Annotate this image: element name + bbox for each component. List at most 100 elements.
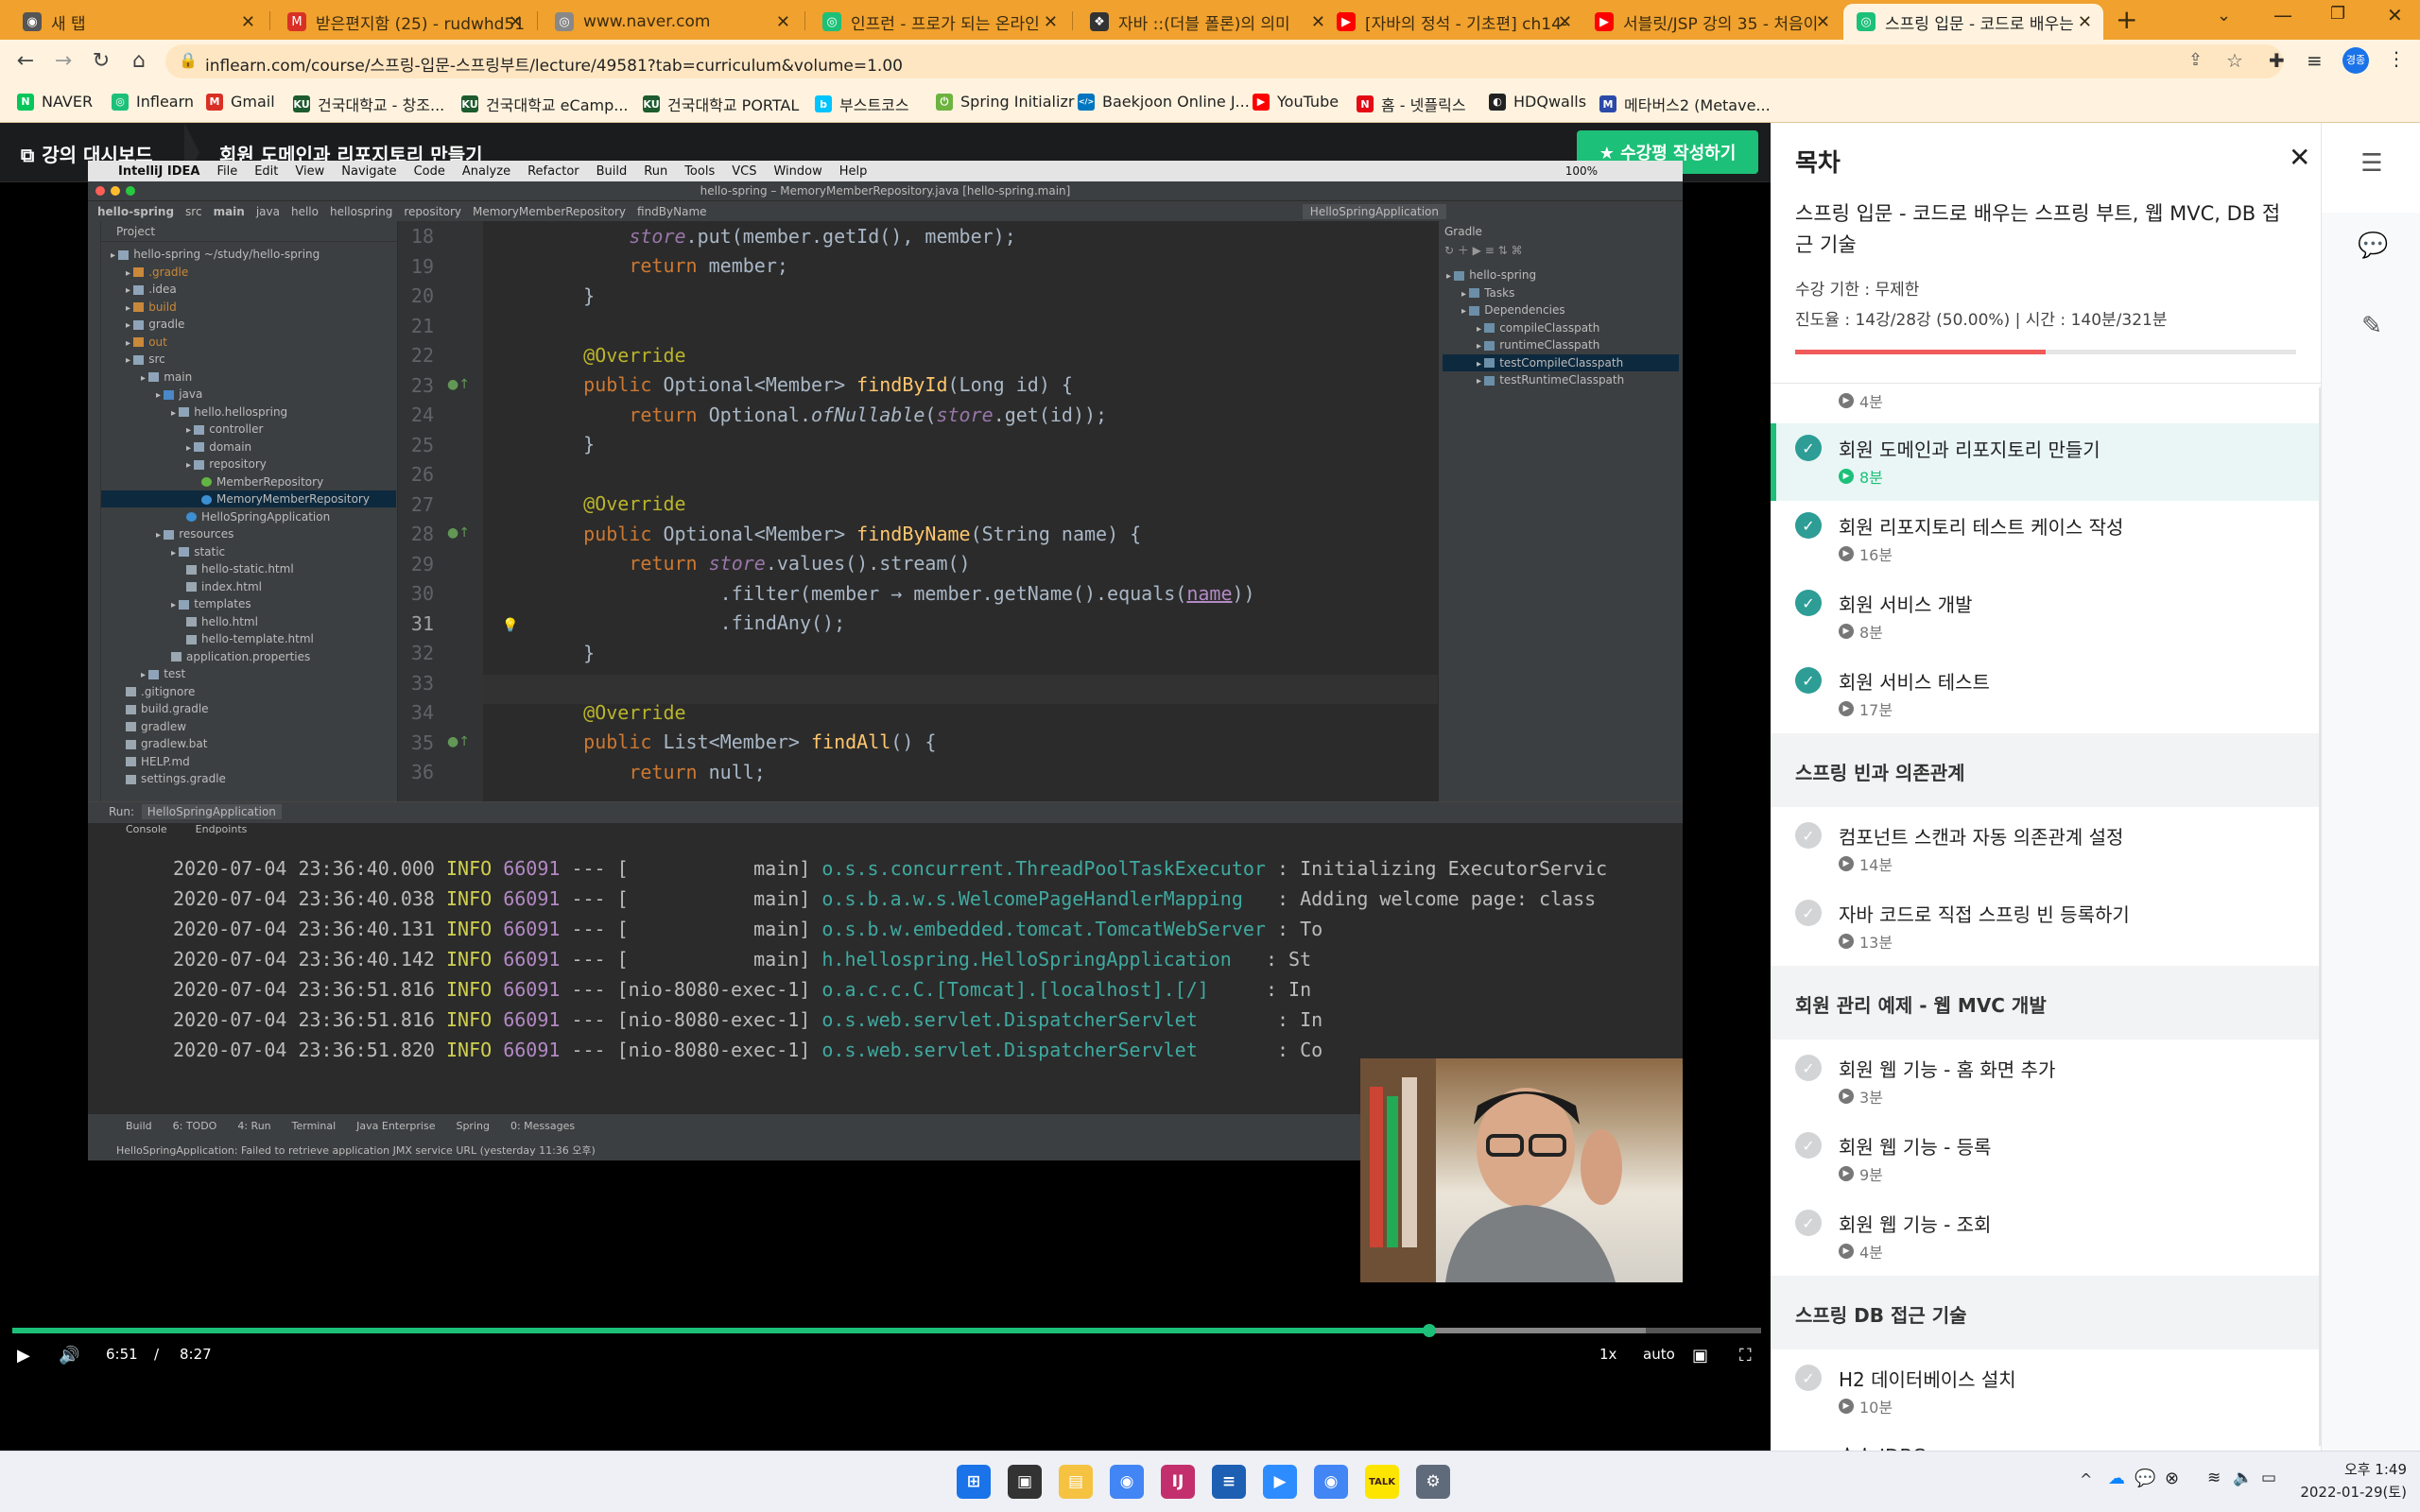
tree-item[interactable]: ▸ src <box>101 351 396 368</box>
browser-tab[interactable]: ❖ 자바 ::(더블 폴론)의 의미 ✕ <box>1077 4 1337 40</box>
tree-item[interactable]: ▸ .idea <box>101 281 396 298</box>
tree-item[interactable]: ▸ repository <box>101 455 396 472</box>
tree-item[interactable]: ▸ hello-spring ~/study/hello-spring <box>101 246 396 263</box>
bottom-tool-tab[interactable]: 4: Run <box>237 1120 270 1132</box>
gradle-tree-item[interactable]: ▸ Dependencies <box>1443 301 1679 318</box>
zoom-icon[interactable]: ▶ <box>1263 1465 1297 1499</box>
close-icon[interactable]: ✕ <box>1558 12 1572 32</box>
tree-item[interactable]: build.gradle <box>101 700 396 717</box>
tree-item[interactable]: index.html <box>101 578 396 595</box>
tree-item[interactable]: ▸ test <box>101 665 396 682</box>
tree-item[interactable]: settings.gradle <box>101 770 396 787</box>
new-tab-button[interactable]: + <box>2116 4 2137 35</box>
tree-item[interactable]: hello.html <box>101 613 396 630</box>
gradle-tree-item[interactable]: ▸ compileClasspath <box>1443 319 1679 336</box>
browser-tab-active[interactable]: ◎ 스프링 입문 - 코드로 배우는 ✕ <box>1843 4 2103 40</box>
close-window-button[interactable]: ✕ <box>2387 4 2403 26</box>
kakaotalk-icon[interactable]: TALK <box>1365 1465 1399 1499</box>
bottom-tool-tab[interactable]: Java Enterprise <box>356 1120 435 1132</box>
curriculum-item[interactable]: ✓ 자바 코드로 직접 스프링 빈 등록하기 ▶ 13분 <box>1771 888 2321 966</box>
tree-item[interactable]: ▸ .gradle <box>101 264 396 281</box>
bookmark-netflix[interactable]: N홈 - 넷플릭스 <box>1357 93 1466 115</box>
tree-item[interactable]: ▸ out <box>101 334 396 351</box>
reload-button[interactable]: ↻ <box>87 47 115 76</box>
tree-item[interactable]: ▸ hello.hellospring <box>101 404 396 421</box>
tree-item[interactable]: hello-static.html <box>101 560 396 577</box>
close-icon[interactable]: ✕ <box>2078 12 2092 32</box>
tree-item[interactable]: application.properties <box>101 648 396 665</box>
curriculum-item[interactable]: ✓ 회원 웹 기능 - 홈 화면 추가 ▶ 3분 <box>1771 1043 2321 1121</box>
note-icon[interactable]: ✎ <box>2358 312 2386 340</box>
tree-item[interactable]: .gitignore <box>101 683 396 700</box>
home-icon[interactable]: ⌂ <box>125 47 153 76</box>
bookmark-metaverse[interactable]: M 메타버스2 (Metave... <box>1599 93 1771 115</box>
quality-button[interactable]: auto <box>1643 1346 1675 1363</box>
bookmark-spring-initializr[interactable]: ⏻ Spring Initializr <box>936 93 1074 111</box>
bottom-tool-tab[interactable]: Terminal <box>292 1120 337 1132</box>
tree-item[interactable]: MemoryMemberRepository <box>101 490 396 507</box>
extensions-icon[interactable]: ✚ <box>2269 49 2285 72</box>
list-icon[interactable]: ☰ <box>2358 149 2386 178</box>
kakaotalk-tray-icon[interactable]: 💬 <box>2135 1469 2155 1488</box>
close-icon[interactable]: ✕ <box>241 12 255 32</box>
tree-item[interactable]: ▸ main <box>101 369 396 386</box>
close-icon[interactable]: ✕ <box>1816 12 1830 32</box>
seek-handle[interactable] <box>1422 1324 1436 1337</box>
bookmark-inflearn[interactable]: ◎ Inflearn <box>112 93 194 111</box>
tab-endpoints[interactable]: Endpoints <box>196 823 248 835</box>
bookmark-ecampus[interactable]: KU 건국대학교 eCamp... <box>461 93 629 115</box>
share-icon[interactable]: ⇪ <box>2188 50 2203 70</box>
tree-item[interactable]: gradlew <box>101 718 396 735</box>
volume-icon[interactable]: 🔊 <box>59 1346 79 1366</box>
notepad-icon[interactable]: ≡ <box>1212 1465 1246 1499</box>
windows-start-icon[interactable]: ⊞ <box>957 1465 991 1499</box>
gradle-tree-item[interactable]: ▸ Tasks <box>1443 284 1679 301</box>
file-explorer-icon[interactable]: ▤ <box>1059 1465 1093 1499</box>
task-view-icon[interactable]: ▣ <box>1008 1465 1042 1499</box>
close-icon[interactable]: ✕ <box>509 12 523 32</box>
close-icon[interactable]: ✕ <box>2289 142 2310 173</box>
bookmark-naver[interactable]: N NAVER <box>17 93 93 111</box>
tree-item[interactable]: ▸ build <box>101 299 396 316</box>
star-icon[interactable]: ☆ <box>2226 49 2243 72</box>
tree-item[interactable]: ▸ java <box>101 386 396 403</box>
tab-console[interactable]: Console <box>126 823 167 835</box>
browser-tab[interactable]: ▶ 서블릿/JSP 강의 35 - 처음이 ✕ <box>1582 4 1841 40</box>
curriculum-item[interactable]: ✓ 컴포넌트 스캔과 자동 의존관계 설정 ▶ 14분 <box>1771 811 2321 888</box>
browser-tab[interactable]: ◎ www.naver.com ✕ <box>542 4 802 40</box>
clock-time[interactable]: 오후 1:49 <box>2303 1459 2407 1479</box>
tree-item[interactable]: HELP.md <box>101 753 396 770</box>
more-menu-icon[interactable]: ⋮ <box>2387 47 2406 70</box>
bottom-tool-tab[interactable]: 0: Messages <box>510 1120 575 1132</box>
fullscreen-icon[interactable]: ⛶ <box>1739 1346 1752 1366</box>
bottom-tool-tab[interactable]: Build <box>126 1120 152 1132</box>
bookmark-baekjoon[interactable]: </> Baekjoon Online J... <box>1078 93 1250 111</box>
chrome-icon[interactable]: ◉ <box>1110 1465 1144 1499</box>
tree-item[interactable]: HelloSpringApplication <box>101 508 396 525</box>
onedrive-icon[interactable]: ☁ <box>2108 1469 2125 1488</box>
forward-button[interactable]: → <box>49 47 78 76</box>
restore-button[interactable]: ❐ <box>2330 4 2345 24</box>
tree-item[interactable]: ▸ templates <box>101 595 396 612</box>
intellij-icon[interactable]: IJ <box>1161 1465 1195 1499</box>
gradle-tree-item[interactable]: ▸ testRuntimeClasspath <box>1443 371 1679 388</box>
tree-item[interactable]: ▸ static <box>101 543 396 560</box>
chrome-profile-icon[interactable]: ◉ <box>1314 1465 1348 1499</box>
tree-item[interactable]: ▸ controller <box>101 421 396 438</box>
address-bar[interactable]: 🔒 inflearn.com/course/스프링-입문-스프링부트/lectu… <box>165 44 2283 78</box>
battery-icon[interactable]: ▭ <box>2261 1469 2276 1487</box>
curriculum-item[interactable]: ✓ H2 데이터베이스 설치 ▶ 10분 <box>1771 1353 2321 1431</box>
bookmark-youtube[interactable]: ▶ YouTube <box>1253 93 1339 111</box>
speed-button[interactable]: 1x <box>1599 1346 1616 1363</box>
chevron-down-icon[interactable]: ⌄ <box>2217 6 2231 26</box>
tray-x-icon[interactable]: ⊗ <box>2165 1469 2179 1488</box>
tree-item[interactable]: ▸ domain <box>101 438 396 455</box>
tree-item[interactable]: ▸ gradle <box>101 316 396 333</box>
settings-icon[interactable]: ⚙ <box>1416 1465 1450 1499</box>
bookmark-boostcourse[interactable]: b 부스트코스 <box>815 93 909 115</box>
bottom-tool-tab[interactable]: 6: TODO <box>173 1120 217 1132</box>
browser-tab[interactable]: ◎ 인프런 - 프로가 되는 온라인 ✕ <box>809 4 1069 40</box>
bookmark-gmail[interactable]: M Gmail <box>206 93 275 111</box>
curriculum-item[interactable]: ✓ 회원 서비스 개발 ▶ 8분 <box>1771 578 2321 656</box>
bookmark-portal[interactable]: KU 건국대학교 PORTAL <box>643 93 799 115</box>
